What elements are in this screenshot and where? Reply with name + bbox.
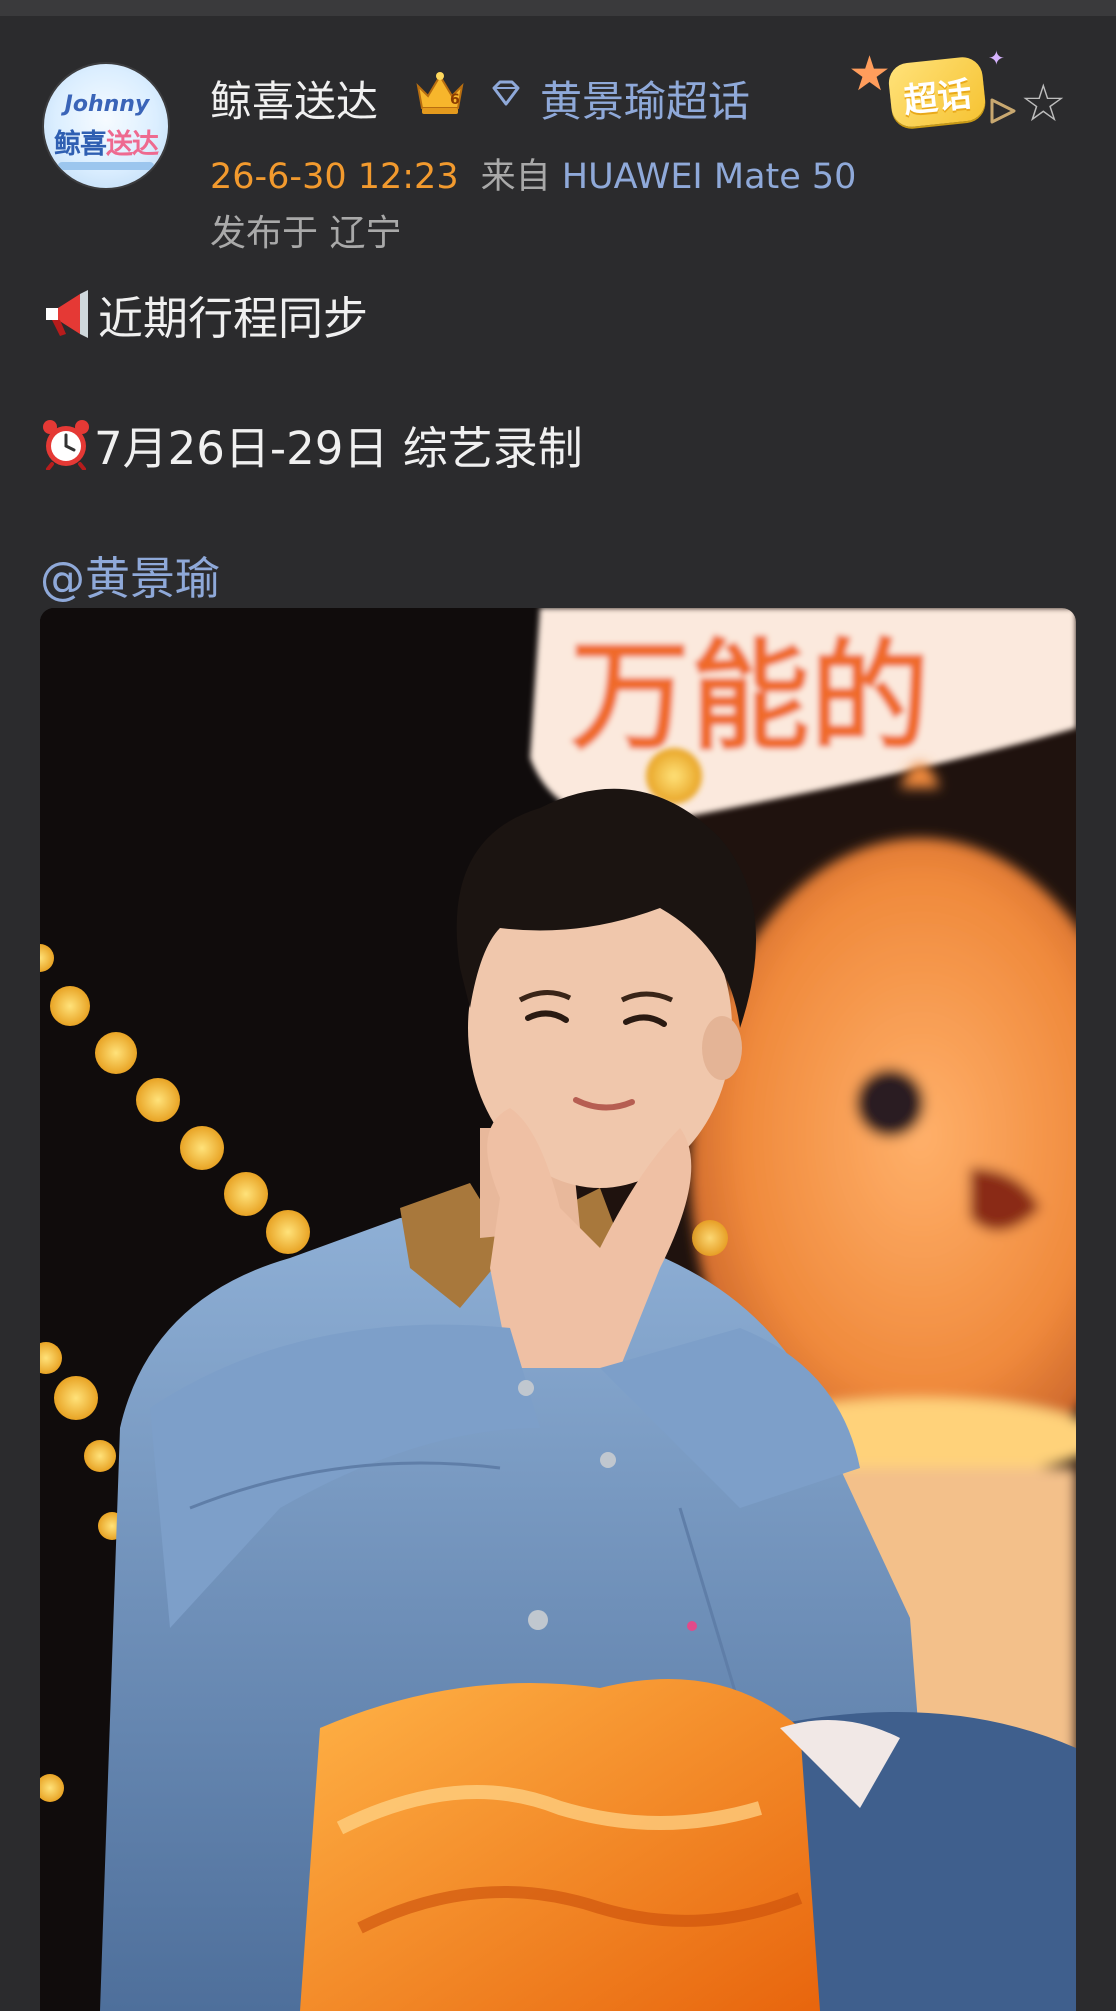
badge-level: 6 [450, 92, 460, 108]
level-icon [990, 98, 1016, 124]
megaphone-icon [46, 290, 88, 338]
post-meta: 26-6-30 12:23 来自 HUAWEI Mate 50 [210, 148, 856, 199]
star-sparkle-icon: ★ [848, 46, 892, 102]
post-line-1: 近期行程同步 [40, 282, 368, 347]
source-prefix: 来自 [480, 157, 551, 197]
diamond-icon [492, 80, 520, 106]
author-name[interactable]: 鲸喜送达 [210, 68, 378, 129]
post-line-2: 7月26日-29日 综艺录制 [40, 412, 583, 477]
avatar-text-cn-b: 送达 [106, 129, 159, 160]
user-mention-link[interactable]: @黄景瑜 [40, 542, 220, 607]
avatar-wave-decoration [58, 162, 154, 170]
photo-sign-text: 万能的 [570, 628, 930, 767]
alarm-clock-icon [43, 420, 89, 470]
post-location: 发布于 辽宁 [210, 213, 402, 254]
avatar-text-en: Johnny [64, 92, 150, 117]
topic-link[interactable]: 黄景瑜超话 [540, 68, 750, 129]
post-line-2-text: 7月26日-29日 综艺录制 [94, 422, 583, 475]
supertopic-badge[interactable]: ★ 超话 ✦ [848, 46, 1005, 142]
author-avatar[interactable]: Johnny 鲸喜送达 [42, 62, 170, 190]
favorite-star-icon[interactable]: ☆ [1020, 78, 1067, 130]
sparkle-icon: ✦ [988, 46, 1005, 70]
status-strip [0, 0, 1116, 16]
post-timestamp: 26-6-30 12:23 [210, 157, 459, 197]
avatar-text-cn-a: 鲸喜 [54, 129, 107, 160]
supertopic-label: 超话 [901, 74, 974, 122]
supertopic-pill: 超话 [886, 55, 988, 129]
post-photo[interactable]: 万能的 [40, 608, 1076, 2011]
avatar-text-cn: 鲸喜送达 [52, 122, 160, 161]
crown-badge-icon: 6 [416, 72, 464, 114]
photo-illustration: 万能的 [40, 608, 1076, 2011]
post-line-1-text: 近期行程同步 [98, 292, 369, 345]
source-device[interactable]: HUAWEI Mate 50 [562, 157, 857, 197]
